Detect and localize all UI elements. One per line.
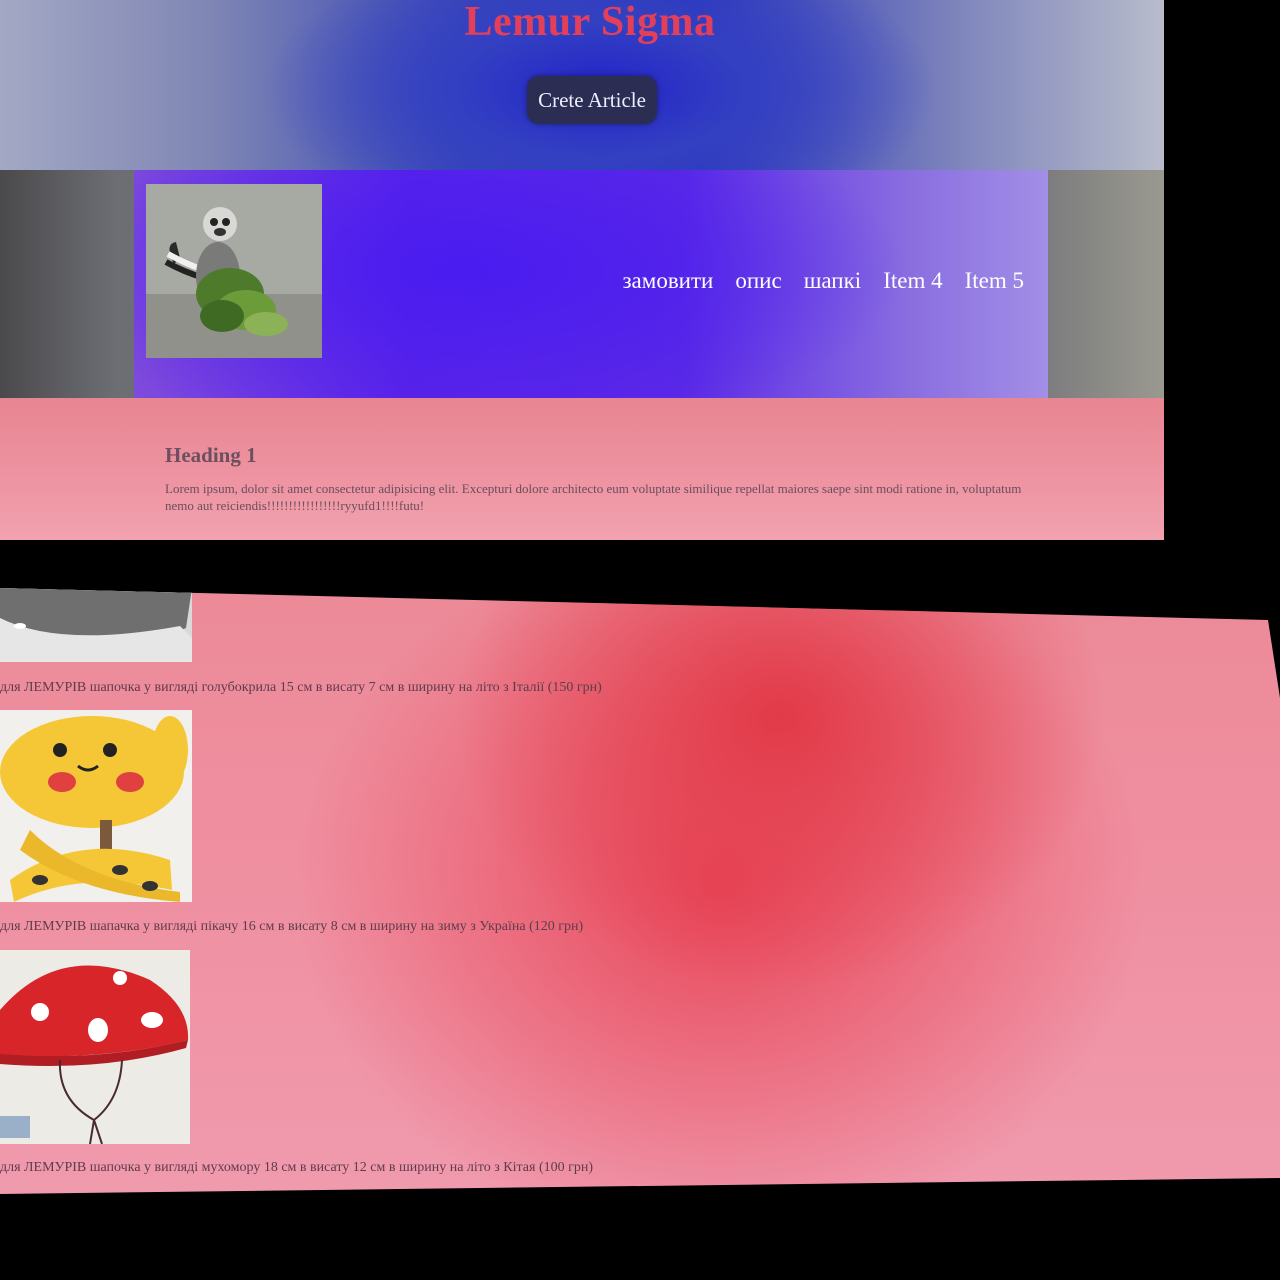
nav-item-description[interactable]: опис <box>735 268 781 294</box>
product-image <box>0 710 192 902</box>
pikachu-hat-icon <box>0 710 192 902</box>
lemur-photo-icon <box>146 184 322 358</box>
product-caption: для ЛЕМУРІВ шапочка у вигляді голубокрил… <box>0 680 602 695</box>
mushroom-hat-icon <box>0 950 190 1144</box>
top-screen: Lemur Sigma Crete Article замовити опис <box>0 0 1164 540</box>
pigeon-hat-icon <box>0 588 192 662</box>
create-article-button[interactable]: Crete Article <box>527 76 657 124</box>
nav-menu: замовити опис шапкі Item 4 Item 5 <box>600 268 1024 294</box>
product-caption: для ЛЕМУРІВ шапачка у вигляді пікачу 16 … <box>0 919 584 934</box>
nav-item-order[interactable]: замовити <box>622 268 713 294</box>
lemur-logo-image[interactable] <box>146 184 322 358</box>
product-image <box>0 950 190 1144</box>
bottom-screen: для ЛЕМУРІВ шапочка у вигляді голубокрил… <box>0 588 1280 1194</box>
nav-item-5[interactable]: Item 5 <box>965 268 1024 294</box>
site-title: Lemur Sigma <box>464 0 716 45</box>
content-heading: Heading 1 <box>165 443 257 467</box>
product-caption: для ЛЕМУРІВ шапочка у вигляді мухомору 1… <box>0 1160 594 1175</box>
nav-item-hats[interactable]: шапкі <box>804 268 862 294</box>
content-paragraph: Lorem ipsum, dolor sit amet consectetur … <box>165 481 1022 513</box>
content-section <box>0 398 1164 540</box>
product-image <box>0 588 192 662</box>
nav-item-4[interactable]: Item 4 <box>883 268 942 294</box>
